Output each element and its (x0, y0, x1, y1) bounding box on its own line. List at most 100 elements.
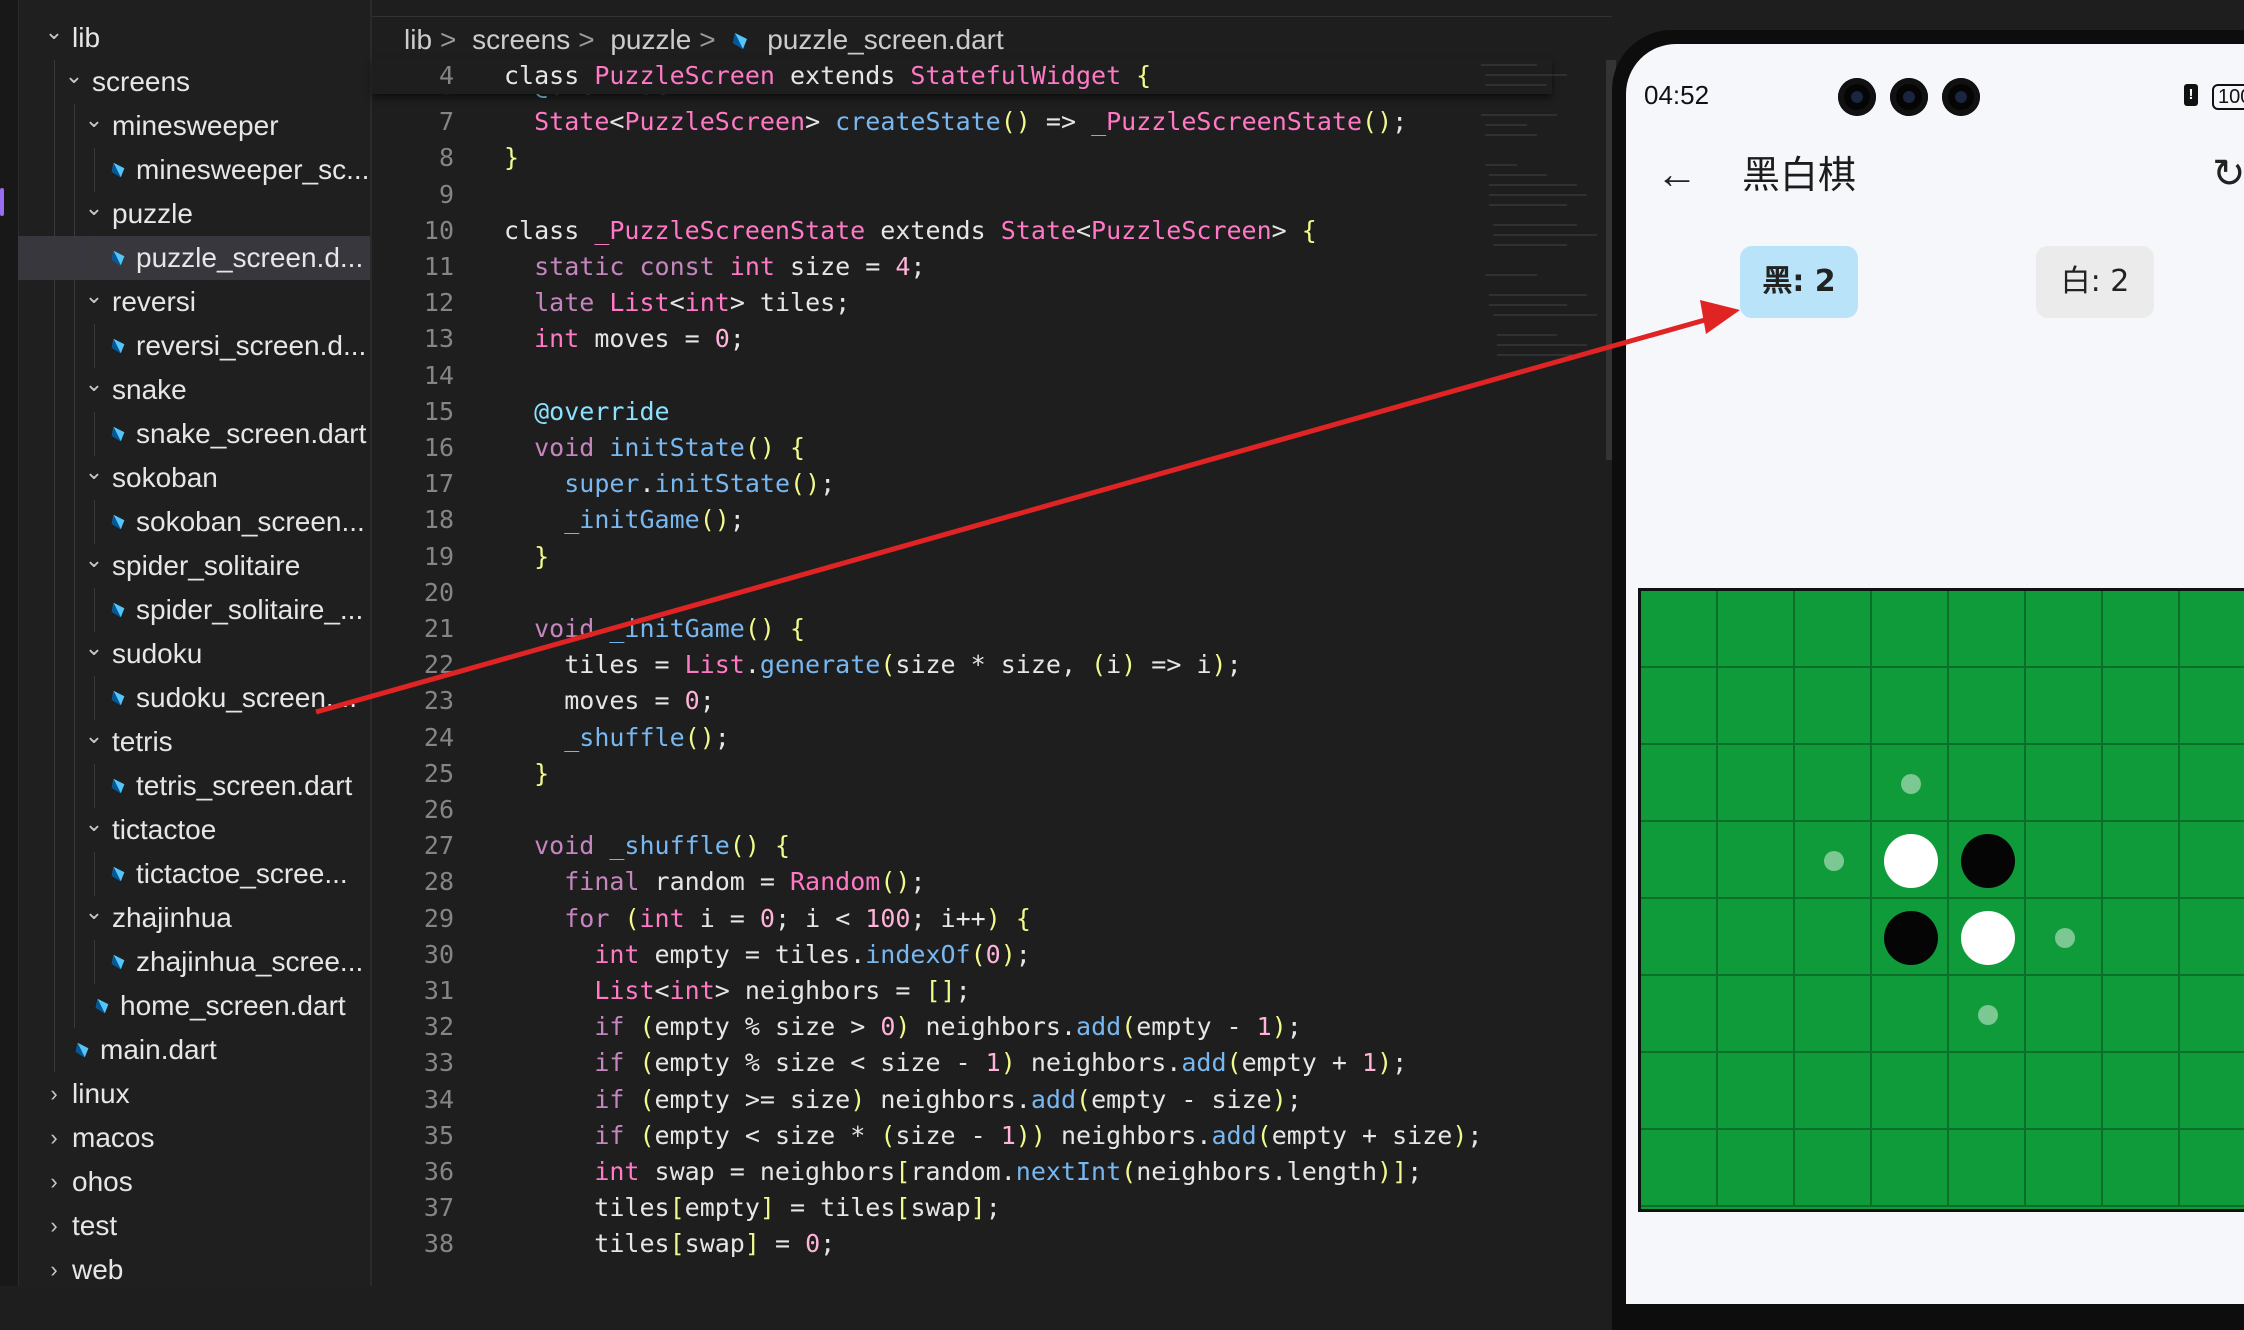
move-hint-dot[interactable] (1823, 850, 1844, 871)
chevron-right-icon[interactable]: › (44, 1072, 64, 1116)
code-line[interactable]: 13 int moves = 0; (372, 321, 1552, 357)
chevron-down-icon[interactable]: ⌄ (44, 10, 64, 54)
board-cell[interactable] (1872, 1053, 1949, 1130)
board-cell[interactable] (2103, 1130, 2180, 1207)
board-cell[interactable] (2180, 899, 2244, 976)
folder-item[interactable]: ⌄ screens (18, 60, 372, 104)
refresh-icon[interactable]: ↻ (2212, 148, 2244, 200)
code-line[interactable]: 29 for (int i = 0; i < 100; i++) { (372, 901, 1552, 937)
breadcrumb-item-file[interactable]: puzzle_screen.dart (767, 24, 1004, 55)
code-line[interactable]: 14 (372, 358, 1552, 394)
board-cell[interactable] (1718, 668, 1795, 745)
code-line[interactable]: 8} (372, 140, 1552, 176)
board-cell[interactable] (1795, 899, 1872, 976)
code-line[interactable]: 9 (372, 177, 1552, 213)
code-line[interactable]: 7 State<PuzzleScreen> createState() => _… (372, 104, 1552, 140)
sticky-scroll-line[interactable]: 4 class PuzzleScreen extends StatefulWidg… (372, 58, 1552, 94)
board-cell[interactable] (1718, 1130, 1795, 1207)
code-line[interactable]: 35 if (empty < size * (size - 1)) neighb… (372, 1118, 1552, 1154)
file-item[interactable]: sudoku_screen.... (18, 676, 372, 720)
code-line[interactable]: 15 @override (372, 394, 1552, 430)
code-line[interactable]: 12 late List<int> tiles; (372, 285, 1552, 321)
board-cell[interactable] (2026, 745, 2103, 822)
folder-item[interactable]: ⌄ sokoban (18, 456, 372, 500)
board-cell[interactable] (1641, 976, 1718, 1053)
board-cell[interactable] (1718, 591, 1795, 668)
board-cell[interactable] (1641, 668, 1718, 745)
file-item[interactable]: reversi_screen.d... (18, 324, 372, 368)
minimap[interactable] (1477, 55, 1617, 535)
chevron-down-icon[interactable]: ⌄ (84, 450, 104, 494)
move-hint-dot[interactable] (2054, 927, 2075, 948)
move-hint-dot[interactable] (1900, 773, 1921, 794)
folder-item[interactable]: ⌄ tictactoe (18, 808, 372, 852)
board-cell[interactable] (2026, 822, 2103, 899)
chevron-down-icon[interactable]: ⌄ (84, 714, 104, 758)
breadcrumb-item-puzzle[interactable]: puzzle (610, 24, 691, 55)
board-cell[interactable] (1718, 899, 1795, 976)
folder-item[interactable]: › web (18, 1248, 372, 1292)
chevron-down-icon[interactable]: ⌄ (84, 538, 104, 582)
folder-item[interactable]: ⌄ reversi (18, 280, 372, 324)
board-cell[interactable] (2103, 745, 2180, 822)
board-cell[interactable] (1718, 1053, 1795, 1130)
folder-item[interactable]: ⌄ zhajinhua (18, 896, 372, 940)
board-cell[interactable] (2180, 822, 2244, 899)
code-line[interactable]: 38 tiles[swap] = 0; (372, 1226, 1552, 1262)
board-cell[interactable] (2180, 591, 2244, 668)
folder-item[interactable]: ⌄ spider_solitaire (18, 544, 372, 588)
board-cell[interactable] (1949, 1130, 2026, 1207)
file-item[interactable]: snake_screen.dart (18, 412, 372, 456)
code-line[interactable]: 26 (372, 792, 1552, 828)
code-line[interactable]: 30 int empty = tiles.indexOf(0); (372, 937, 1552, 973)
chevron-down-icon[interactable]: ⌄ (84, 362, 104, 406)
code-line[interactable]: 18 _initGame(); (372, 502, 1552, 538)
code-line[interactable]: 16 void initState() { (372, 430, 1552, 466)
folder-item[interactable]: ⌄ minesweeper (18, 104, 372, 148)
code-line[interactable]: 19 } (372, 539, 1552, 575)
code-line[interactable]: 11 static const int size = 4; (372, 249, 1552, 285)
chevron-down-icon[interactable]: ⌄ (64, 54, 84, 98)
board-cell[interactable] (2103, 822, 2180, 899)
board-cell[interactable] (2103, 668, 2180, 745)
code-line[interactable]: 37 tiles[empty] = tiles[swap]; (372, 1190, 1552, 1226)
board-cell[interactable] (2103, 1053, 2180, 1130)
file-item[interactable]: home_screen.dart (18, 984, 372, 1028)
board-cell[interactable] (1872, 668, 1949, 745)
board-cell[interactable] (2180, 668, 2244, 745)
board-cell[interactable] (2103, 591, 2180, 668)
board-cell[interactable] (2180, 976, 2244, 1053)
folder-item[interactable]: ⌄ sudoku (18, 632, 372, 676)
chevron-right-icon[interactable]: › (44, 1116, 64, 1160)
board-cell[interactable] (1641, 1130, 1718, 1207)
board-cell[interactable] (2180, 1053, 2244, 1130)
board-cell[interactable] (1795, 745, 1872, 822)
file-item[interactable]: spider_solitaire_... (18, 588, 372, 632)
breadcrumb-item-screens[interactable]: screens (472, 24, 570, 55)
chevron-down-icon[interactable]: ⌄ (84, 626, 104, 670)
code-line[interactable]: 22 tiles = List.generate(size * size, (i… (372, 647, 1552, 683)
code-line[interactable]: 24 _shuffle(); (372, 720, 1552, 756)
chevron-down-icon[interactable]: ⌄ (84, 186, 104, 230)
board-cell[interactable] (1641, 899, 1718, 976)
board-cell[interactable] (2026, 976, 2103, 1053)
folder-item[interactable]: ⌄ puzzle (18, 192, 372, 236)
code-line[interactable]: 20 (372, 575, 1552, 611)
board-cell[interactable] (1641, 1053, 1718, 1130)
board-cell[interactable] (2103, 899, 2180, 976)
file-item[interactable]: tetris_screen.dart (18, 764, 372, 808)
folder-item[interactable]: › linux (18, 1072, 372, 1116)
folder-item[interactable]: › macos (18, 1116, 372, 1160)
code-line[interactable]: 25 } (372, 756, 1552, 792)
board-cell[interactable] (1718, 822, 1795, 899)
board-cell[interactable] (1949, 591, 2026, 668)
code-line[interactable]: 34 if (empty >= size) neighbors.add(empt… (372, 1082, 1552, 1118)
chevron-right-icon[interactable]: › (44, 1248, 64, 1292)
file-item[interactable]: sokoban_screen... (18, 500, 372, 544)
board-cell[interactable] (1795, 1130, 1872, 1207)
board-cell[interactable] (1795, 976, 1872, 1053)
board-cell[interactable] (1872, 591, 1949, 668)
code-line[interactable]: 32 if (empty % size > 0) neighbors.add(e… (372, 1009, 1552, 1045)
board-cell[interactable] (2026, 591, 2103, 668)
code-line[interactable]: 10 class _PuzzleScreenState extends State… (372, 213, 1552, 249)
